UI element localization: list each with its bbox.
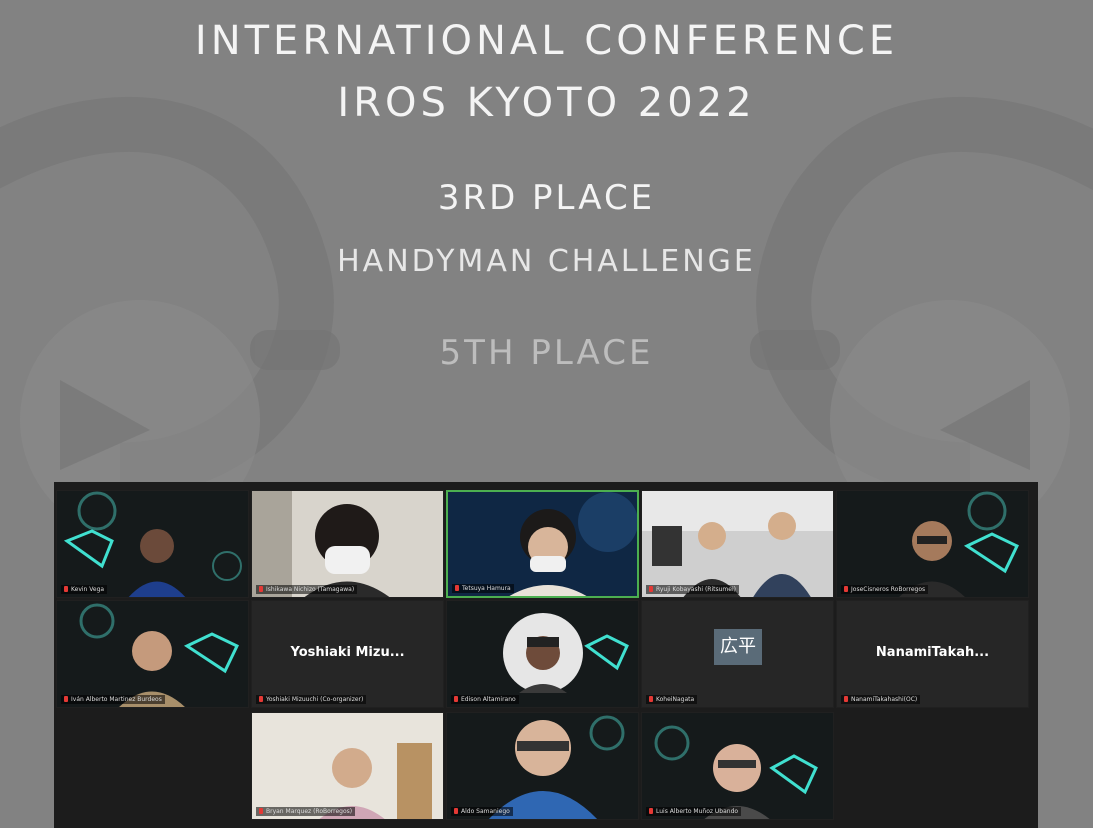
participant-name-tag: Bryan Marquez (RoBorregos) (256, 807, 356, 816)
muted-mic-icon (455, 585, 459, 591)
participant-name: KoheiNagata (656, 696, 695, 703)
video-tile[interactable]: Iván Alberto Martinez Burdeos (56, 600, 249, 708)
video-feed-ishikawa (252, 491, 443, 597)
participant-name: Luis Alberto Muñoz Ubando (656, 808, 739, 815)
participant-name: Aldo Samaniego (461, 808, 510, 815)
video-tile-active-speaker[interactable]: Tetsuya Hamura (446, 490, 639, 598)
participant-name-tag: Tetsuya Hamura (452, 584, 514, 593)
participant-name-tag: Luis Alberto Muñoz Ubando (646, 807, 742, 816)
video-feed-ivan (57, 601, 248, 707)
participant-name-tag: NanamiTakahashi(OC) (841, 695, 921, 704)
participant-name-tag: Ryuji Kobayashi (Ritsumei) (646, 585, 739, 594)
participant-display-name: NanamiTakah... (875, 645, 990, 660)
award-third-place: 3RD PLACE (437, 178, 656, 218)
muted-mic-icon (259, 808, 263, 814)
participant-name: Kevin Vega (71, 586, 105, 593)
participant-name: NanamiTakahashi(OC) (851, 696, 918, 703)
video-feed-kevin (57, 491, 248, 597)
participant-name-tag: KoheiNagata (646, 695, 698, 704)
award-fifth-place: 5TH PLACE (439, 333, 654, 373)
video-tile[interactable]: Edison Altamirano (446, 600, 639, 708)
muted-mic-icon (64, 696, 68, 702)
video-tile[interactable]: Kevin Vega (56, 490, 249, 598)
participant-name: Edison Altamirano (461, 696, 516, 703)
video-feed-bryan (252, 713, 443, 819)
video-tile-no-video[interactable]: 広平 KoheiNagata (641, 600, 834, 708)
video-tile[interactable]: Luis Alberto Muñoz Ubando (641, 712, 834, 820)
avatar: 広平 (714, 629, 762, 665)
video-feed-luis (642, 713, 833, 819)
participant-name-tag: Aldo Samaniego (451, 807, 513, 816)
muted-mic-icon (259, 586, 263, 592)
muted-mic-icon (64, 586, 68, 592)
participant-name: Bryan Marquez (RoBorregos) (266, 808, 353, 815)
participant-name: Tetsuya Hamura (462, 585, 511, 592)
participant-name: Ishikawa Nichizo (Tamagawa) (266, 586, 355, 593)
muted-mic-icon (454, 696, 458, 702)
muted-mic-icon (454, 808, 458, 814)
video-tile[interactable]: Ishikawa Nichizo (Tamagawa) (251, 490, 444, 598)
muted-mic-icon (844, 586, 848, 592)
video-feed-aldo (447, 713, 638, 819)
participant-name-tag: Kevin Vega (61, 585, 108, 594)
muted-mic-icon (649, 586, 653, 592)
muted-mic-icon (844, 696, 848, 702)
participant-name-tag: Edison Altamirano (451, 695, 519, 704)
video-tile[interactable]: Bryan Marquez (RoBorregos) (251, 712, 444, 820)
participant-name-tag: JoseCisneros RoBorregos (841, 585, 929, 594)
participant-name: JoseCisneros RoBorregos (851, 586, 926, 593)
video-feed-edison (447, 601, 638, 707)
video-tile-no-video[interactable]: NanamiTakah... NanamiTakahashi(OC) (836, 600, 1029, 708)
conference-title: INTERNATIONAL CONFERENCE (194, 18, 899, 64)
video-tile[interactable]: Aldo Samaniego (446, 712, 639, 820)
video-feed-ryuji (642, 491, 833, 597)
video-feed-tetsuya (448, 492, 637, 596)
video-feed-jose (837, 491, 1028, 597)
participant-name-tag: Iván Alberto Martinez Burdeos (61, 695, 165, 704)
video-tile[interactable]: Ryuji Kobayashi (Ritsumei) (641, 490, 834, 598)
participant-name-tag: Ishikawa Nichizo (Tamagawa) (256, 585, 358, 594)
participant-display-name: Yoshiaki Mizu... (290, 645, 405, 660)
participant-name: Iván Alberto Martinez Burdeos (71, 696, 162, 703)
participant-name-tag: Yoshiaki Mizuuchi (Co-organizer) (256, 695, 367, 704)
video-tile[interactable]: JoseCisneros RoBorregos (836, 490, 1029, 598)
participant-name: Yoshiaki Mizuuchi (Co-organizer) (266, 696, 364, 703)
muted-mic-icon (649, 696, 653, 702)
muted-mic-icon (649, 808, 653, 814)
participant-name: Ryuji Kobayashi (Ritsumei) (656, 586, 736, 593)
muted-mic-icon (259, 696, 263, 702)
challenge-name: HANDYMAN CHALLENGE (337, 244, 756, 279)
video-gallery: Kevin Vega Ishikawa Nichizo (Tamagawa) T… (54, 482, 1038, 828)
conference-subtitle: IROS KYOTO 2022 (337, 80, 756, 126)
video-tile-no-video[interactable]: Yoshiaki Mizu... Yoshiaki Mizuuchi (Co-o… (251, 600, 444, 708)
